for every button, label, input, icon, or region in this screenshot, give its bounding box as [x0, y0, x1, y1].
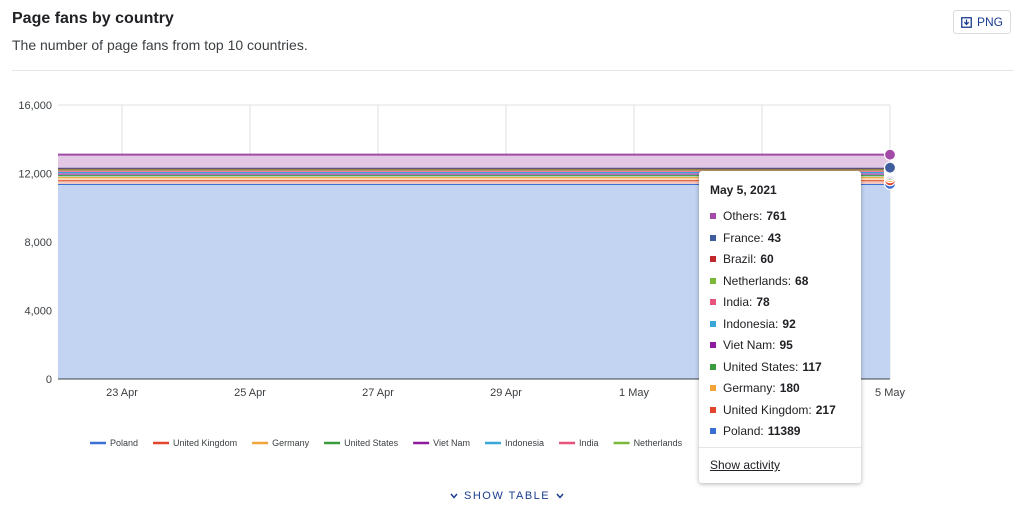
x-tick-label: 29 Apr — [490, 387, 522, 399]
x-tick-label: 5 May — [875, 387, 905, 399]
tooltip-swatch — [710, 363, 716, 370]
tooltip-row: Netherlands: 68 — [710, 273, 808, 289]
tooltip-swatch — [710, 299, 716, 305]
tooltip-row: Brazil: 60 — [710, 251, 774, 267]
tooltip-value: 43 — [767, 230, 782, 245]
tooltip-row: United States: 117 — [710, 359, 822, 375]
tooltip-swatch — [710, 213, 716, 219]
legend-label-india[interactable]: India — [579, 438, 599, 448]
tooltip-swatch — [710, 342, 716, 348]
x-tick-label: 23 Apr — [106, 387, 138, 399]
y-tick-label: 12,000 — [18, 169, 52, 181]
tooltip-label: Viet Nam: — [723, 338, 776, 352]
legend-label-united-kingdom[interactable]: United Kingdom — [173, 438, 237, 448]
tooltip-value: 180 — [779, 381, 800, 395]
tooltip-row: Germany: 180 — [710, 380, 800, 396]
tooltip-row: Indonesia: 92 — [710, 316, 796, 332]
tooltip-label: France: — [723, 230, 764, 245]
tooltip-row: India: 78 — [710, 294, 770, 310]
tooltip-value: 117 — [802, 359, 822, 374]
show-table-label: SHOW TABLE — [464, 490, 551, 502]
point-marker-others[interactable] — [883, 148, 897, 161]
tooltip-swatch — [710, 277, 716, 284]
tooltip-swatch — [710, 406, 716, 413]
tooltip-swatch — [710, 428, 716, 434]
y-tick-label: 4,000 — [24, 306, 52, 318]
tooltip-value: 217 — [815, 402, 836, 417]
tooltip-row: United Kingdom: 217 — [710, 402, 836, 418]
tooltip-swatch — [710, 234, 716, 241]
tooltip-swatch — [710, 320, 716, 327]
area-others — [58, 154, 890, 168]
tooltip-label: India: — [723, 295, 753, 309]
chevron-down-icon — [450, 493, 458, 499]
tooltip-label: Indonesia: — [723, 316, 779, 331]
y-tick-label: 16,000 — [18, 100, 52, 112]
legend-label-viet-nam[interactable]: Viet Nam — [433, 438, 470, 448]
tooltip-divider — [699, 447, 861, 448]
tooltip-row: Others: 761 — [710, 208, 786, 224]
tooltip-swatch — [710, 385, 716, 391]
legend-label-poland[interactable]: Poland — [110, 438, 138, 448]
tooltip-row: Viet Nam: 95 — [710, 337, 793, 353]
tooltip-value: 95 — [779, 338, 793, 352]
tooltip-row: Poland: 11389 — [710, 423, 800, 439]
legend-label-united-states[interactable]: United States — [344, 438, 399, 448]
tooltip-value: 78 — [756, 295, 770, 309]
y-tick-label: 8,000 — [24, 237, 52, 249]
tooltip-label: Netherlands: — [723, 273, 792, 288]
y-tick-label: 0 — [46, 374, 52, 386]
x-tick-label: 25 Apr — [234, 387, 266, 399]
tooltip-value: 761 — [766, 209, 787, 223]
tooltip-value: 11389 — [767, 424, 801, 438]
show-activity-link[interactable]: Show activity — [710, 458, 780, 472]
tooltip-label: Others: — [723, 209, 763, 223]
tooltip-label: United States: — [723, 359, 799, 374]
tooltip-label: Germany: — [723, 381, 776, 395]
point-marker-france[interactable] — [883, 161, 897, 174]
chevron-down-icon — [556, 493, 564, 499]
tooltip-swatch — [710, 256, 716, 262]
legend-label-netherlands[interactable]: Netherlands — [634, 438, 683, 448]
tooltip-label: United Kingdom: — [723, 402, 812, 417]
x-tick-label: 1 May — [619, 387, 649, 399]
x-tick-label: 27 Apr — [362, 387, 394, 399]
show-table-button[interactable]: SHOW TABLE — [450, 490, 564, 502]
tooltip-row: France: 43 — [710, 230, 781, 246]
tooltip-value: 60 — [760, 252, 774, 266]
legend-label-germany[interactable]: Germany — [272, 438, 310, 448]
tooltip-date: May 5, 2021 — [710, 183, 777, 197]
legend-label-indonesia[interactable]: Indonesia — [505, 438, 544, 448]
tooltip-value: 92 — [782, 316, 796, 331]
stacked-area-chart[interactable]: 0 4,000 8,000 12,000 16,000 23 Apr 25 Apr 27 Ap… — [0, 0, 1024, 480]
tooltip-value: 68 — [795, 273, 809, 288]
tooltip: May 5, 2021 Others: 761 France: 43 Brazil: 60… — [699, 171, 861, 483]
tooltip-label: Poland: — [723, 424, 764, 438]
tooltip-label: Brazil: — [723, 252, 757, 266]
